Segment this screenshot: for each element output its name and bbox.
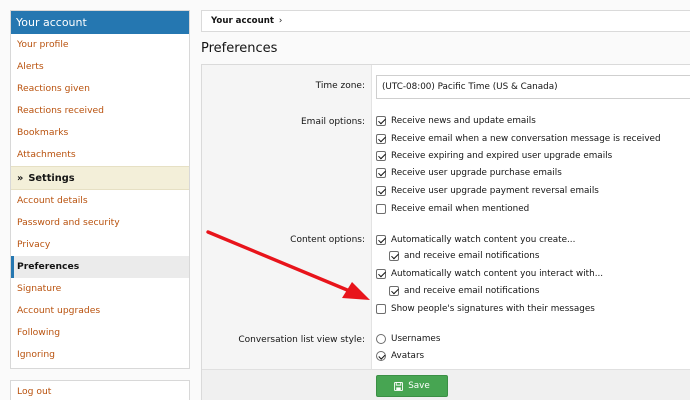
checkbox-checked[interactable] — [376, 186, 386, 196]
checkbox-label: Receive news and update emails — [391, 116, 536, 126]
sidebar-item-bookmarks[interactable]: Bookmarks — [11, 122, 189, 144]
save-button[interactable]: Save — [376, 375, 448, 397]
checkbox-label: Automatically watch content you interact… — [391, 269, 604, 279]
checkbox-label: Receive email when mentioned — [391, 204, 530, 214]
account-sidebar: Your account Your profile Alerts Reactio… — [10, 10, 190, 369]
sidebar-item-reactions-given[interactable]: Reactions given — [11, 78, 189, 100]
radio-label: Usernames — [391, 334, 441, 344]
checkbox-label: Automatically watch content you create..… — [391, 235, 576, 245]
email-option-news[interactable]: Receive news and update emails — [376, 116, 536, 126]
checkbox-label: Show people's signatures with their mess… — [391, 304, 595, 314]
sidebar-item-your-profile[interactable]: Your profile — [11, 34, 189, 56]
save-icon — [394, 381, 404, 391]
radio-label: Avatars — [391, 351, 425, 361]
sidebar-header: Your account — [11, 11, 189, 34]
email-option-upgrade-purchase[interactable]: Receive user upgrade purchase emails — [376, 168, 562, 178]
content-option-watch-created[interactable]: Automatically watch content you create..… — [376, 235, 575, 245]
sidebar-item-password-security[interactable]: Password and security — [11, 212, 189, 234]
email-option-conversation[interactable]: Receive email when a new conversation me… — [376, 134, 661, 144]
checkbox-label: and receive email notifications — [404, 286, 540, 296]
content-option-show-signatures[interactable]: Show people's signatures with their mess… — [376, 304, 595, 314]
checkbox-label: Receive user upgrade payment reversal em… — [391, 186, 599, 196]
email-options-label: Email options: — [300, 117, 365, 127]
content-option-created-email[interactable]: and receive email notifications — [389, 251, 539, 261]
timezone-select[interactable]: (UTC-08:00) Pacific Time (US & Canada) — [376, 75, 690, 99]
checkbox-label: Receive email when a new conversation me… — [391, 134, 661, 144]
logout-box: Log out — [10, 380, 190, 400]
breadcrumb-your-account[interactable]: Your account — [211, 16, 274, 26]
checkbox-checked[interactable] — [376, 134, 386, 144]
sidebar-item-account-details[interactable]: Account details — [11, 190, 189, 212]
checkbox-checked[interactable] — [389, 251, 399, 261]
sidebar-item-attachments[interactable]: Attachments — [11, 144, 189, 166]
content-option-interacted-email[interactable]: and receive email notifications — [389, 286, 539, 296]
email-option-payment-reversal[interactable]: Receive user upgrade payment reversal em… — [376, 186, 599, 196]
sidebar-item-following[interactable]: Following — [11, 322, 189, 344]
checkbox-checked[interactable] — [376, 151, 386, 161]
sidebar-item-preferences[interactable]: Preferences — [11, 256, 189, 278]
breadcrumb-chevron-right-icon: › — [278, 16, 283, 26]
sidebar-item-log-out[interactable]: Log out — [11, 381, 189, 400]
form-footer: Save — [202, 369, 690, 400]
checkbox-unchecked[interactable] — [376, 204, 386, 214]
checkbox-label: and receive email notifications — [404, 251, 540, 261]
radio-checked[interactable] — [376, 351, 386, 361]
annotation-arrow-icon — [206, 230, 370, 300]
sidebar-item-account-upgrades[interactable]: Account upgrades — [11, 300, 189, 322]
checkbox-checked[interactable] — [376, 116, 386, 126]
checkbox-checked[interactable] — [376, 168, 386, 178]
sidebar-item-privacy[interactable]: Privacy — [11, 234, 189, 256]
sidebar-item-ignoring[interactable]: Ignoring — [11, 344, 189, 366]
conversation-view-label: Conversation list view style: — [238, 335, 365, 345]
email-option-mentioned[interactable]: Receive email when mentioned — [376, 204, 529, 214]
breadcrumb: Your account › — [201, 10, 690, 32]
sidebar-item-reactions-received[interactable]: Reactions received — [11, 100, 189, 122]
timezone-label: Time zone: — [315, 81, 365, 91]
sidebar-item-alerts[interactable]: Alerts — [11, 56, 189, 78]
checkbox-label: Receive expiring and expired user upgrad… — [391, 151, 613, 161]
page-title: Preferences — [201, 41, 278, 56]
checkbox-checked[interactable] — [389, 286, 399, 296]
view-style-usernames[interactable]: Usernames — [376, 334, 440, 344]
form-label-column — [202, 65, 372, 369]
checkbox-label: Receive user upgrade purchase emails — [391, 168, 562, 178]
double-chevron-right-icon: » — [17, 173, 24, 184]
sidebar-item-signature[interactable]: Signature — [11, 278, 189, 300]
view-style-avatars[interactable]: Avatars — [376, 351, 424, 361]
radio-unchecked[interactable] — [376, 334, 386, 344]
content-option-watch-interacted[interactable]: Automatically watch content you interact… — [376, 269, 603, 279]
sidebar-section-label: Settings — [28, 173, 75, 184]
email-option-expiring-upgrade[interactable]: Receive expiring and expired user upgrad… — [376, 151, 612, 161]
sidebar-section-settings: » Settings — [11, 166, 189, 190]
save-button-label: Save — [408, 381, 430, 391]
